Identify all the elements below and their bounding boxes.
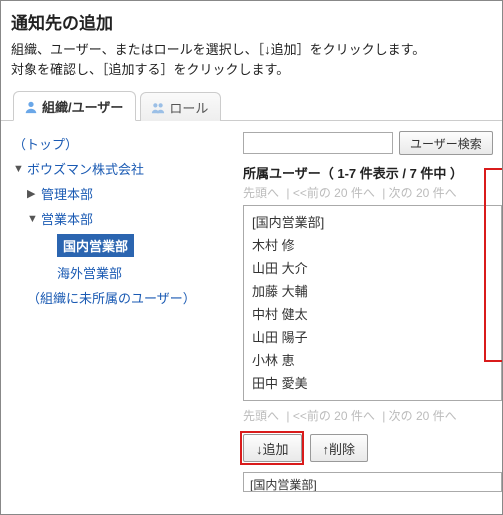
pager-top: 先頭へ | <<前の 20 件へ | 次の 20 件へ — [243, 184, 502, 201]
list-item[interactable]: [国内営業部] — [250, 210, 495, 233]
tree-domestic-sales[interactable]: 国内営業部 — [13, 231, 229, 260]
toggle-open-icon[interactable]: ▼ — [13, 163, 23, 175]
search-row: ユーザー検索 — [243, 131, 502, 155]
list-item[interactable]: 田中 愛美 — [250, 371, 495, 394]
list-item[interactable]: 木村 修 — [250, 233, 495, 256]
header: 通知先の追加 組織、ユーザー、またはロールを選択し、［↓追加］をクリックします。… — [1, 1, 502, 85]
tab-roles[interactable]: ロール — [140, 92, 221, 121]
search-input[interactable] — [243, 132, 393, 154]
list-item[interactable]: 山田 大介 — [250, 256, 495, 279]
body: （トップ） ▼ ボウズマン株式会社 ▶ 管理本部 ▼ 営業本部 国内営業部 海外… — [1, 121, 502, 506]
list-item[interactable]: 中村 健太 — [250, 302, 495, 325]
search-button[interactable]: ユーザー検索 — [399, 131, 493, 155]
tree-selected-label: 国内営業部 — [57, 234, 134, 257]
tab-bar: 組織/ユーザー ロール — [1, 91, 502, 121]
pager-prev[interactable]: <<前の 20 件へ — [293, 409, 375, 423]
person-icon — [24, 100, 38, 114]
page-description: 組織、ユーザー、またはロールを選択し、［↓追加］をクリックします。 対象を確認し… — [11, 40, 492, 79]
tree-dept-sales[interactable]: ▼ 営業本部 — [13, 206, 229, 231]
list-item[interactable]: 加藤 大輔 — [250, 279, 495, 302]
people-icon — [151, 101, 165, 115]
user-listbox[interactable]: [国内営業部] 木村 修 山田 大介 加藤 大輔 中村 健太 山田 陽子 小林 … — [243, 205, 502, 401]
remove-button[interactable]: ↑削除 — [310, 434, 369, 462]
pager-first[interactable]: 先頭へ — [243, 409, 279, 423]
org-tree: （トップ） ▼ ボウズマン株式会社 ▶ 管理本部 ▼ 営業本部 国内営業部 海外… — [1, 121, 235, 506]
list-item[interactable]: 小林 恵 — [250, 348, 495, 371]
toggle-closed-icon[interactable]: ▶ — [27, 187, 37, 200]
tree-unassigned[interactable]: （組織に未所属のユーザー） — [13, 285, 229, 310]
right-panel: ユーザー検索 所属ユーザー（ 1-7 件表示 / 7 件中 ） 先頭へ | <<… — [235, 121, 502, 506]
action-row: ↓追加 ↑削除 — [243, 434, 502, 462]
tab-roles-label: ロール — [169, 98, 208, 117]
add-button[interactable]: ↓追加 — [243, 434, 302, 462]
pager-first[interactable]: 先頭へ — [243, 186, 279, 200]
toggle-open-icon[interactable]: ▼ — [27, 213, 37, 225]
pager-next[interactable]: 次の 20 件へ — [389, 186, 457, 200]
userlist-title: 所属ユーザー（ 1-7 件表示 / 7 件中 ） — [243, 163, 502, 182]
page-title: 通知先の追加 — [11, 9, 492, 34]
pager-prev[interactable]: <<前の 20 件へ — [293, 186, 375, 200]
tree-top[interactable]: （トップ） — [13, 131, 229, 156]
tab-org-users[interactable]: 組織/ユーザー — [13, 91, 136, 121]
list-item[interactable]: 山田 陽子 — [250, 325, 495, 348]
selected-listbox[interactable]: [国内営業部] — [243, 472, 502, 492]
pager-next[interactable]: 次の 20 件へ — [389, 409, 457, 423]
pager-bottom: 先頭へ | <<前の 20 件へ | 次の 20 件へ — [243, 407, 502, 424]
tree-dept-admin[interactable]: ▶ 管理本部 — [13, 181, 229, 206]
tree-company[interactable]: ▼ ボウズマン株式会社 — [13, 156, 229, 181]
tree-overseas-sales[interactable]: 海外営業部 — [13, 260, 229, 285]
tab-org-users-label: 組織/ユーザー — [42, 97, 123, 116]
list-item[interactable]: [国内営業部] — [250, 478, 317, 492]
page: 通知先の追加 組織、ユーザー、またはロールを選択し、［↓追加］をクリックします。… — [0, 0, 503, 515]
